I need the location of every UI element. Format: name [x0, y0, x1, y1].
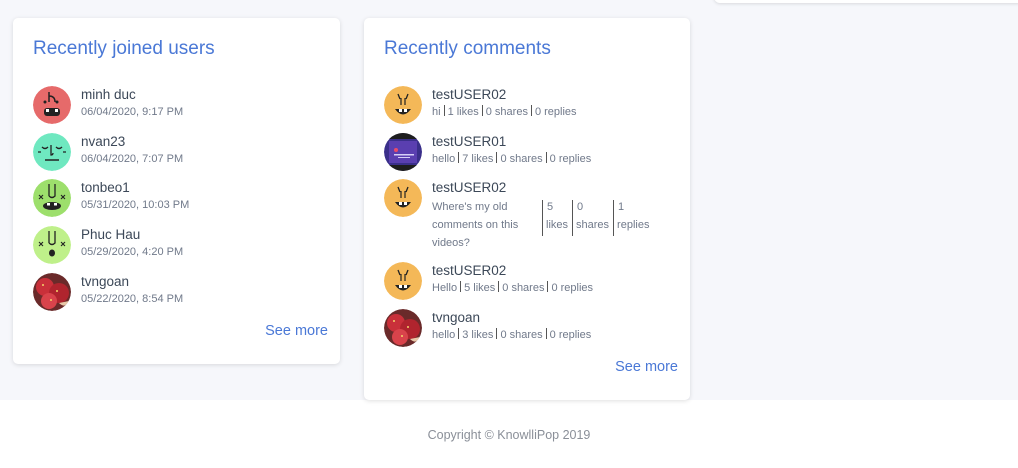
- user-join-time: 05/22/2020, 8:54 PM: [81, 293, 184, 305]
- comment-replies: 0 replies: [549, 153, 592, 165]
- user-list-item[interactable]: nvan23 06/04/2020, 7:07 PM: [33, 132, 183, 171]
- user-join-time: 05/29/2020, 4:20 PM: [81, 246, 184, 258]
- comment-replies: 1 replies: [613, 200, 653, 236]
- orange-face-avatar: [384, 179, 422, 217]
- comment-text: hi: [432, 106, 441, 118]
- comment-meta: Hello 5 likes 0 shares 0 replies: [432, 280, 593, 296]
- comment-user-name: tvngoan: [432, 310, 481, 325]
- comment-text: Hello: [432, 282, 458, 294]
- comment-shares: 0 shares: [485, 106, 528, 118]
- user-join-time: 06/04/2020, 9:17 PM: [81, 106, 184, 118]
- comment-likes: 1 likes: [447, 106, 479, 118]
- user-join-time: 05/31/2020, 10:03 PM: [81, 199, 190, 211]
- comment-meta: Where's my old comments on this videos? …: [432, 198, 653, 252]
- comment-meta: hello 3 likes 0 shares 0 replies: [432, 327, 591, 343]
- comment-replies: 0 replies: [551, 282, 594, 294]
- recent-comments-title: Recently comments: [384, 38, 551, 59]
- comment-list-item[interactable]: testUSER02 Hello 5 likes 0 shares 0 replies: [384, 261, 593, 300]
- recent-users-title: Recently joined users: [33, 38, 215, 59]
- comment-meta: hello 7 likes 0 shares 0 replies: [432, 151, 591, 167]
- comment-text: Where's my old comments on this videos?: [432, 201, 519, 249]
- strawberry-photo-avatar: [384, 309, 422, 347]
- video-thumbnail-avatar: [384, 133, 422, 171]
- user-name: tonbeo1: [81, 180, 130, 195]
- comment-shares: 0 shares: [500, 153, 543, 165]
- comment-shares: 0 shares: [500, 329, 543, 341]
- recent-comments-card: Recently comments testUSER02 hi 1 likes 0 …: [364, 18, 690, 400]
- comment-likes: 3 likes: [462, 329, 494, 341]
- comment-shares: 0 shares: [502, 282, 545, 294]
- comment-list-item[interactable]: testUSER01 hello 7 likes 0 shares 0 replies: [384, 132, 591, 171]
- top-card-edge: [714, 0, 1018, 3]
- strawberry-photo-avatar: [33, 273, 71, 311]
- comment-text: hello: [432, 329, 456, 341]
- comment-replies: 0 replies: [534, 106, 577, 118]
- teal-face-avatar: [33, 133, 71, 171]
- comment-shares: 0 shares: [572, 200, 613, 236]
- lime-face-avatar: [33, 226, 71, 264]
- user-list-item[interactable]: minh duc 06/04/2020, 9:17 PM: [33, 85, 183, 124]
- comment-list-item[interactable]: tvngoan hello 3 likes 0 shares 0 replies: [384, 308, 591, 347]
- user-list-item[interactable]: Phuc Hau 05/29/2020, 4:20 PM: [33, 225, 183, 264]
- comment-user-name: testUSER02: [432, 180, 507, 195]
- comment-user-name: testUSER01: [432, 134, 507, 149]
- green-face-avatar: [33, 179, 71, 217]
- footer-copyright: Copyright © KnowlliPop 2019: [427, 428, 591, 442]
- user-list-item[interactable]: tonbeo1 05/31/2020, 10:03 PM: [33, 178, 189, 217]
- comment-replies: 0 replies: [549, 329, 592, 341]
- comment-user-name: testUSER02: [432, 87, 507, 102]
- comment-likes: 5 likes: [464, 282, 496, 294]
- user-name: Phuc Hau: [81, 227, 141, 242]
- user-list-item[interactable]: tvngoan 05/22/2020, 8:54 PM: [33, 272, 183, 311]
- user-name: nvan23: [81, 134, 126, 149]
- comment-user-name: testUSER02: [432, 263, 507, 278]
- orange-face-avatar: [384, 86, 422, 124]
- recent-users-card: Recently joined users minh duc 06/04/202…: [13, 18, 340, 364]
- user-name: minh duc: [81, 87, 136, 102]
- red-face-avatar: [33, 86, 71, 124]
- comment-text: hello: [432, 153, 456, 165]
- user-join-time: 06/04/2020, 7:07 PM: [81, 153, 184, 165]
- comment-list-item[interactable]: testUSER02 Where's my old comments on th…: [384, 178, 653, 252]
- comment-likes: 5 likes: [542, 200, 572, 236]
- users-see-more-link[interactable]: See more: [265, 323, 328, 339]
- comment-list-item[interactable]: testUSER02 hi 1 likes 0 shares 0 replies: [384, 85, 577, 124]
- user-name: tvngoan: [81, 274, 130, 289]
- comment-likes: 7 likes: [462, 153, 494, 165]
- comments-see-more-link[interactable]: See more: [615, 359, 678, 375]
- comment-meta: hi 1 likes 0 shares 0 replies: [432, 104, 577, 120]
- orange-face-avatar: [384, 262, 422, 300]
